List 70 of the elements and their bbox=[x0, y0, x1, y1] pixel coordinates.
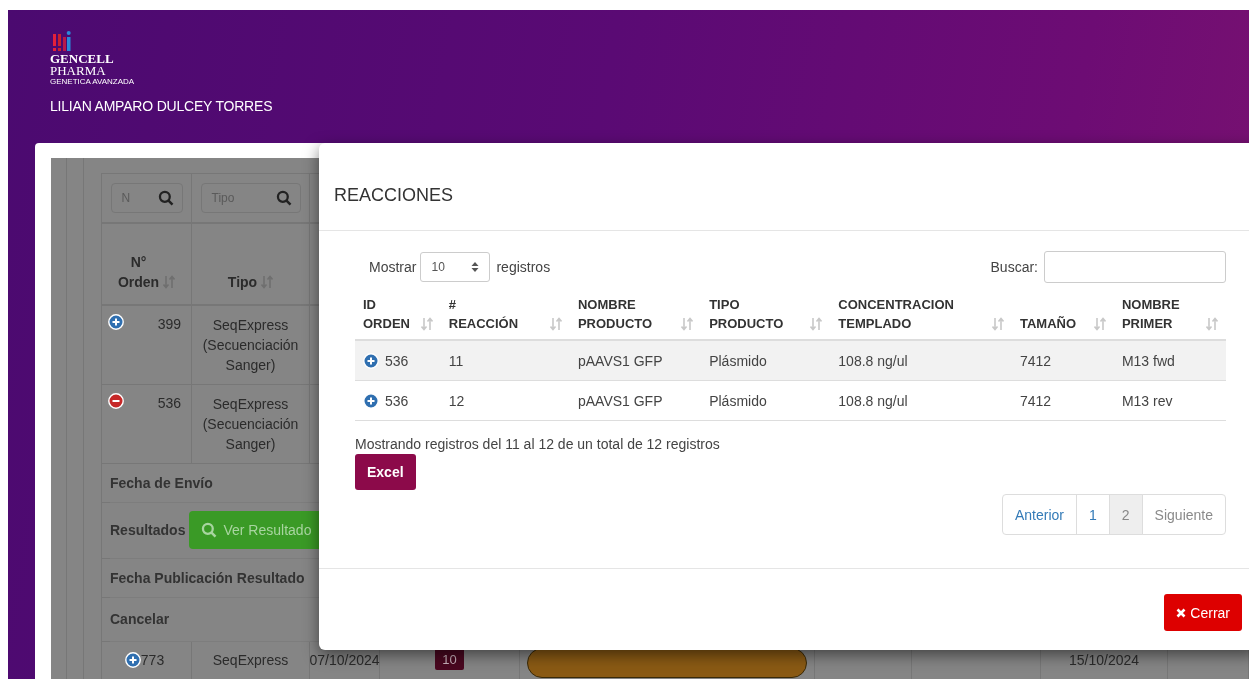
order-number: 399 bbox=[157, 315, 181, 334]
search-field[interactable] bbox=[1044, 251, 1226, 283]
page-link[interactable]: 1 bbox=[1076, 494, 1110, 535]
search-icon bbox=[157, 190, 174, 206]
table-cell: 536 bbox=[385, 352, 409, 369]
count-badge: 10 bbox=[435, 648, 464, 670]
detail-label: Fecha de Envío bbox=[110, 474, 213, 491]
detail-label: Resultados bbox=[110, 522, 186, 538]
order-type: SeqExpress (Secuenciación Sanger) bbox=[202, 317, 299, 373]
close-button[interactable]: Cerrar bbox=[1164, 594, 1242, 631]
order-number: 536 bbox=[157, 394, 181, 413]
column-header[interactable]: NOMBRE PRODUCTO bbox=[577, 295, 653, 333]
logo-icon bbox=[53, 29, 71, 51]
order-date: 07/10/2024 bbox=[309, 652, 380, 670]
logo-tagline: GENETICA AVANZADA bbox=[50, 77, 135, 86]
table-cell: pAAVS1 GFP bbox=[577, 392, 663, 409]
length-select[interactable]: 10 bbox=[420, 252, 491, 282]
column-header[interactable]: # REACCIÓN bbox=[448, 295, 519, 333]
expand-icon[interactable] bbox=[363, 392, 379, 409]
user-name: LILIAN AMPARO DULCEY TORRES bbox=[50, 98, 274, 114]
column-header[interactable]: TAMAÑO bbox=[1020, 314, 1077, 333]
logo-text: PHARMA bbox=[50, 65, 106, 77]
table-cell: 108.8 ng/ul bbox=[838, 352, 908, 369]
order-type: SeqExpress (Secuenciación Sanger) bbox=[202, 396, 299, 452]
table-cell: 11 bbox=[448, 352, 464, 369]
table-cell: M13 fwd bbox=[1121, 352, 1175, 369]
expand-icon[interactable] bbox=[363, 352, 379, 369]
column-header[interactable]: NOMBRE PRIMER bbox=[1121, 295, 1180, 333]
column-header[interactable]: TIPO PRODUCTO bbox=[709, 295, 784, 333]
table-cell: 7412 bbox=[1020, 352, 1052, 369]
column-header[interactable]: N° Orden bbox=[117, 252, 160, 292]
search-icon bbox=[275, 190, 292, 206]
order-type: SeqExpress bbox=[212, 652, 289, 670]
length-label: Mostrar bbox=[369, 259, 417, 275]
sort-icon[interactable] bbox=[992, 317, 1004, 331]
detail-label: Cancelar bbox=[110, 611, 170, 627]
search-label: Buscar: bbox=[990, 259, 1038, 275]
column-header[interactable]: ID ORDEN bbox=[363, 295, 410, 333]
sort-icon[interactable] bbox=[420, 317, 433, 331]
table-cell: pAAVS1 GFP bbox=[577, 352, 663, 369]
table-cell: M13 rev bbox=[1121, 392, 1173, 409]
sort-icon[interactable] bbox=[1206, 317, 1218, 331]
sort-icon[interactable] bbox=[1093, 317, 1106, 331]
table-cell: Plásmido bbox=[709, 352, 767, 369]
length-label: registros bbox=[496, 259, 551, 275]
spinner-icon bbox=[471, 261, 480, 273]
table-cell: 536 bbox=[385, 392, 409, 409]
table-cell: 7412 bbox=[1020, 392, 1052, 409]
table-cell: 12 bbox=[448, 392, 465, 409]
order-number: 773 bbox=[140, 652, 165, 668]
collapse-icon[interactable] bbox=[108, 393, 124, 409]
excel-button[interactable]: Excel bbox=[355, 454, 416, 490]
table-cell: Plásmido bbox=[709, 392, 767, 409]
page-link[interactable]: Anterior bbox=[1002, 494, 1077, 535]
page-link[interactable]: 2 bbox=[1108, 494, 1143, 535]
table-info: Mostrando registros del 11 al 12 de un total de 12 registros bbox=[355, 436, 721, 452]
order-date: 15/10/2024 bbox=[1068, 652, 1140, 670]
detail-label: Fecha Publicación Resultado bbox=[110, 569, 305, 586]
sort-icon[interactable] bbox=[681, 317, 694, 331]
expand-icon[interactable] bbox=[108, 314, 124, 330]
column-header[interactable]: Tipo bbox=[227, 272, 258, 292]
column-header[interactable]: CONCENTRACION TEMPLADO bbox=[838, 295, 954, 333]
sort-icon[interactable] bbox=[549, 317, 562, 331]
close-icon bbox=[1176, 607, 1187, 618]
logo-text: GENCELL bbox=[50, 53, 114, 65]
table-cell: 108.8 ng/ul bbox=[838, 392, 908, 409]
search-icon bbox=[201, 522, 218, 538]
expand-icon[interactable] bbox=[124, 652, 141, 668]
sort-icon[interactable] bbox=[810, 317, 823, 331]
modal-title: REACCIONES bbox=[334, 185, 454, 206]
